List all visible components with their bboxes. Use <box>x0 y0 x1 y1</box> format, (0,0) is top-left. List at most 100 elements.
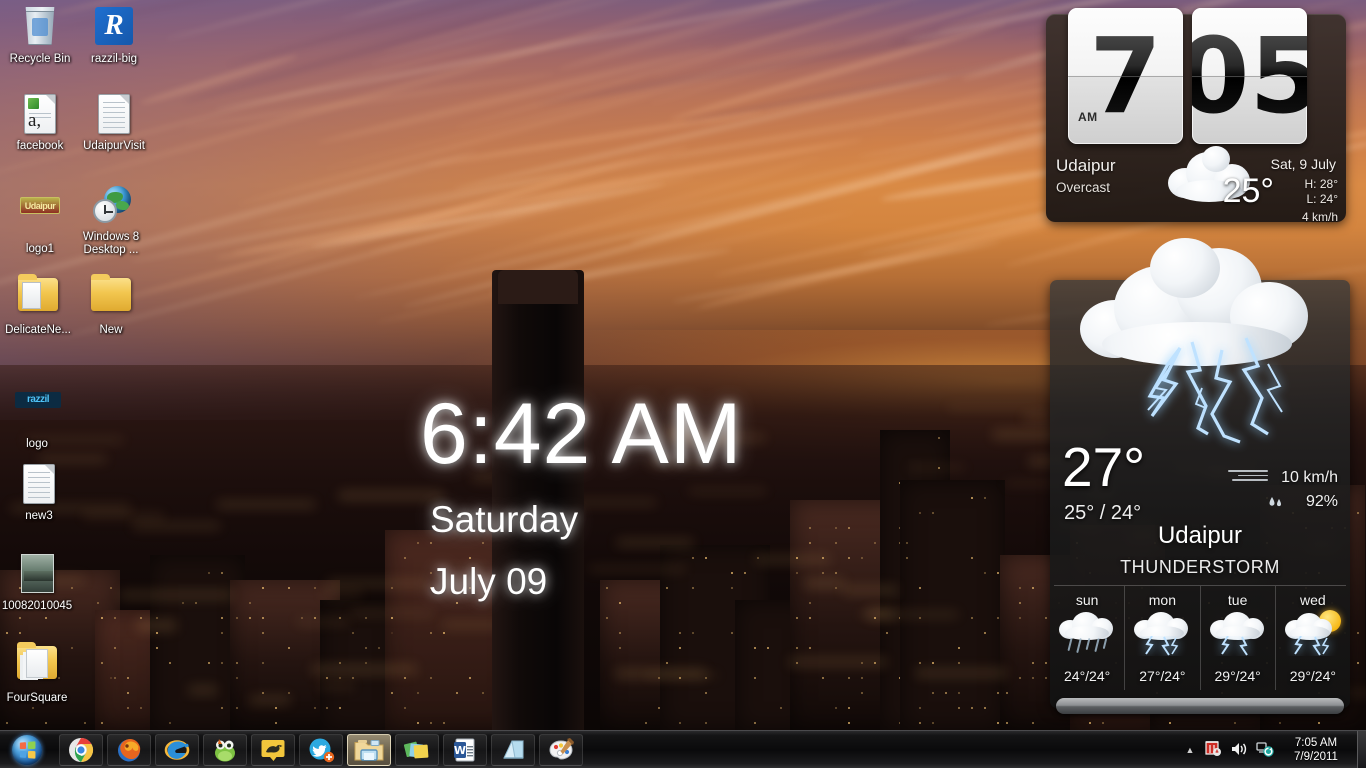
desktop-icon-udaipurvisit[interactable]: UdaipurVisit <box>77 92 151 153</box>
meridiem-label: AM <box>1078 110 1098 124</box>
htc-condition-label: Overcast <box>1056 180 1111 195</box>
desktop-icon-photo-10082010045[interactable]: 10082010045 <box>0 552 74 613</box>
windows-explorer-icon <box>354 739 384 761</box>
folder-icon <box>89 274 133 322</box>
razzil-logo-icon: razzil <box>15 392 61 436</box>
icon-label: logo <box>26 438 48 450</box>
wind-icon <box>1228 470 1272 486</box>
taskbar-button-windows-explorer[interactable] <box>347 733 391 766</box>
text-document-icon <box>92 94 136 138</box>
forecast-day-wed[interactable]: wed 29°/24° <box>1276 586 1350 690</box>
htc-clock-weather-widget[interactable]: 7 AM 05 Udaipur Overcast Sat, 9 July 25°… <box>1046 8 1346 224</box>
google-chrome-icon <box>69 737 94 762</box>
microsoft-word-icon: W <box>454 738 475 761</box>
desktop-icon-logo[interactable]: razzil logo <box>0 378 74 451</box>
desktop-icon-facebook[interactable]: a, facebook <box>3 92 77 153</box>
taskbar-button-microsoft-word[interactable]: W <box>443 733 487 766</box>
mozilla-firefox-icon <box>118 738 141 761</box>
icon-label: 10082010045 <box>1 600 73 612</box>
thunderstorm-icon <box>1209 610 1266 656</box>
photo-thumbnail-icon <box>15 554 59 598</box>
taskbar-button-paint[interactable] <box>539 733 583 766</box>
start-button[interactable] <box>1 732 53 768</box>
taskbar-button-frog[interactable] <box>203 733 247 766</box>
forecast-day-label: sun <box>1075 592 1099 608</box>
tray-date: 7/9/2011 <box>1294 751 1338 763</box>
desktop-icon-new[interactable]: New <box>74 272 148 337</box>
icon-label: new3 <box>25 510 53 522</box>
forecast-day-tue[interactable]: tue 29°/24° <box>1201 586 1276 690</box>
text-document-icon <box>17 464 61 508</box>
weather-condition: THUNDERSTORM <box>1120 557 1280 577</box>
open-folder-icon <box>16 274 60 322</box>
thunderstorm-icon <box>1134 610 1190 656</box>
forecast-day-label: tue <box>1227 592 1248 608</box>
lightning-bolts <box>1294 636 1330 656</box>
desktop-icon-razzil-big[interactable]: R razzil-big <box>77 4 151 66</box>
icon-label: Windows 8 Desktop ... <box>82 231 140 256</box>
htc-wind: 4 km/h <box>1301 210 1338 224</box>
taskbar-button-firefox[interactable] <box>107 733 151 766</box>
tray-time: 7:05 AM <box>1294 737 1338 749</box>
show-hidden-icons-arrow[interactable]: ▲ <box>1179 745 1201 755</box>
windows-orb-icon <box>12 734 42 765</box>
htc-city-label: Udaipur <box>1056 156 1116 175</box>
clock-time: 6:42 AM <box>420 386 743 482</box>
desktop-icon-foursquare[interactable]: FourSquare <box>0 640 74 705</box>
forecast-day-label: wed <box>1300 592 1326 608</box>
icon-label: Recycle Bin <box>9 53 71 65</box>
icon-label: FourSquare <box>6 692 68 704</box>
show-desktop-button[interactable] <box>1357 731 1366 768</box>
htc-temperature: 25° <box>1222 172 1274 210</box>
internet-explorer-icon <box>164 739 190 760</box>
image-logo-icon: Udaipur <box>18 197 62 241</box>
desktop-icon-new3[interactable]: new3 <box>2 462 76 523</box>
taskbar-button-chrome[interactable] <box>59 733 103 766</box>
svg-text:W: W <box>454 744 466 757</box>
ms-paint-icon <box>548 737 574 760</box>
taskbar-button-bird[interactable] <box>251 733 295 766</box>
desktop-icon-recycle-bin[interactable]: Recycle Bin <box>3 4 77 66</box>
lightning-bolts <box>1220 636 1248 656</box>
document-icon: a, <box>18 94 62 138</box>
twitter-add-icon <box>309 738 334 762</box>
minute-digits: 05 <box>1177 8 1322 144</box>
desktop-icon-windows8-desktop[interactable]: Windows 8 Desktop ... <box>74 183 148 256</box>
desktop-icon-logo1[interactable]: Udaipur logo1 <box>3 183 77 256</box>
taskbar-button-tweetdeck[interactable] <box>299 733 343 766</box>
flip-hour-panel: 7 AM <box>1068 8 1183 144</box>
forecast-day-mon[interactable]: mon 27°/24° <box>1125 586 1201 690</box>
desktop-icon-delicate-network[interactable]: DelicateNe... <box>1 272 75 337</box>
forecast-temps: 29°/24° <box>1289 668 1336 684</box>
humidity-droplet-icon <box>1269 497 1281 507</box>
forecast-day-sun[interactable]: sun 24°/24° <box>1050 586 1126 690</box>
sun-thunderstorm-icon <box>1284 610 1341 656</box>
forecast-row: sun 24°/24° mon 27°/24° tue 29°/24° wed … <box>1050 586 1350 690</box>
network-sync-icon[interactable] <box>1255 739 1277 761</box>
htc-high: H: 28° <box>1304 177 1338 191</box>
volume-speaker-icon[interactable] <box>1229 739 1251 761</box>
taskbar-buttons: W <box>59 733 583 766</box>
taskbar[interactable]: W ▲ 7:05 AM 7/9/2011 <box>0 730 1366 768</box>
lightning-bolts <box>1145 636 1179 656</box>
forecast-temps: 29°/24° <box>1214 668 1261 684</box>
clock-weekday: Saturday <box>430 499 579 540</box>
tray-clock[interactable]: 7:05 AM 7/9/2011 <box>1279 736 1353 764</box>
weather-city: Udaipur <box>1157 522 1243 549</box>
desktop-clock-overlay: 6:42 AM Saturday July 09 <box>420 390 743 602</box>
desktop[interactable]: Recycle Bin R razzil-big a, facebook Uda… <box>0 0 1366 768</box>
photo-gallery-icon <box>403 741 429 758</box>
taskbar-button-internet-explorer[interactable] <box>155 733 199 766</box>
htc-low: L: 24° <box>1306 192 1339 206</box>
taskbar-button-notepad[interactable] <box>491 733 535 766</box>
icon-label: UdaipurVisit <box>83 140 145 152</box>
widget-drag-handle[interactable] <box>1056 698 1344 714</box>
clock-date: July 09 <box>430 561 548 602</box>
taskbar-button-photo-gallery[interactable] <box>395 733 439 766</box>
flip-minute-panel: 05 <box>1177 8 1322 144</box>
weather-humidity: 92% <box>1305 493 1338 510</box>
action-center-flag-icon[interactable] <box>1203 739 1225 761</box>
weather-widget[interactable]: 27° 25° / 24° 10 km/h 92% Udaipur THUNDE… <box>1050 238 1350 714</box>
icon-label: logo1 <box>25 243 55 255</box>
documents-folder-icon <box>15 642 59 690</box>
